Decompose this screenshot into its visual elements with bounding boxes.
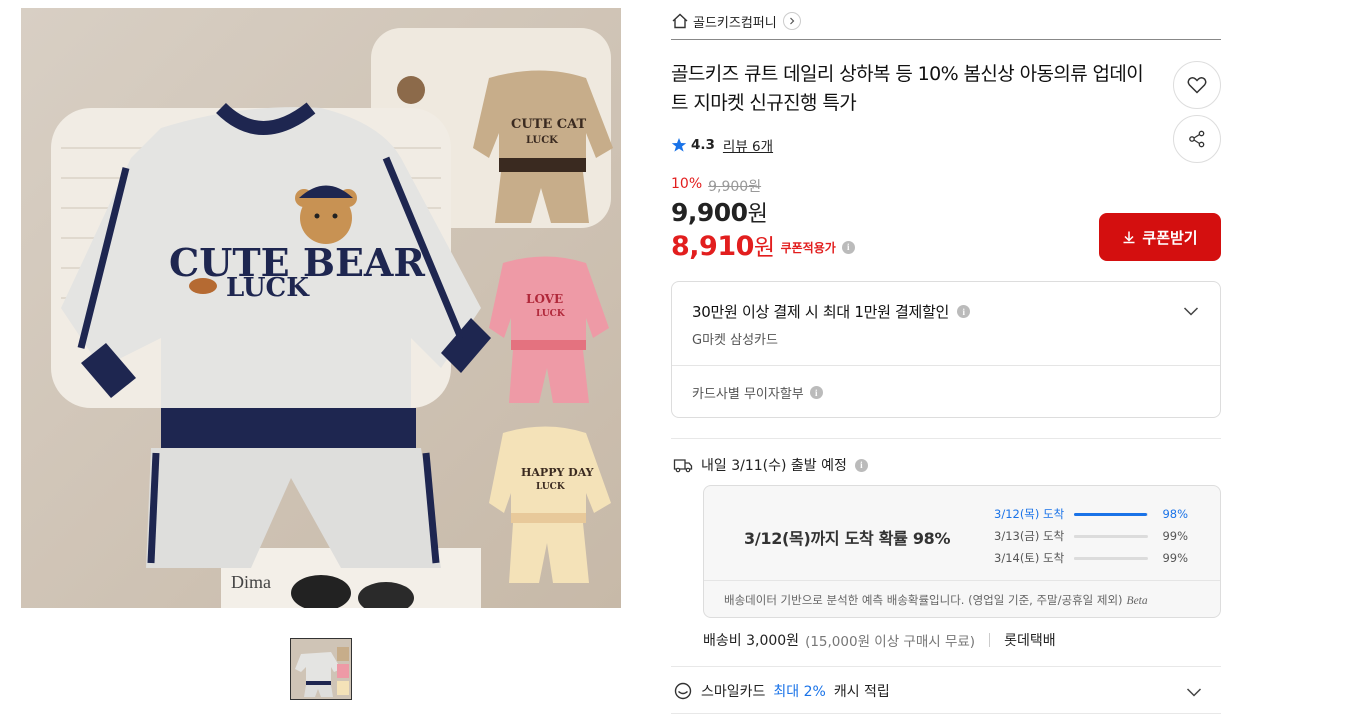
divider <box>671 713 1221 714</box>
discount-row: 10% 9,900원 <box>671 176 761 196</box>
coupon-price-unit: 원 <box>753 235 775 261</box>
probability-value: 98% <box>1162 507 1188 521</box>
divider <box>671 438 1221 439</box>
divider <box>671 666 1221 667</box>
coupon-button-label: 쿠폰받기 <box>1142 228 1198 247</box>
store-link[interactable]: 골드키즈컴퍼니 <box>671 8 801 34</box>
svg-text:LUCK: LUCK <box>536 482 566 492</box>
original-price: 9,900원 <box>708 179 762 195</box>
probability-item: 3/13(금) 도착 99% <box>994 525 1188 547</box>
installment-text: 카드사별 무이자할부 <box>692 387 804 402</box>
svg-text:LUCK: LUCK <box>526 135 558 146</box>
info-icon[interactable]: i <box>841 240 855 254</box>
chevron-down-icon[interactable] <box>1182 302 1200 324</box>
probability-bar-fill <box>1074 556 1148 560</box>
svg-text:HAPPY DAY: HAPPY DAY <box>521 466 594 479</box>
svg-text:LUCK: LUCK <box>226 273 310 303</box>
smilecard-suffix: 캐시 적립 <box>833 684 890 700</box>
probability-bar <box>1074 534 1148 538</box>
probability-bar <box>1074 512 1148 516</box>
probability-value: 99% <box>1162 551 1188 565</box>
store-name: 골드키즈컴퍼니 <box>693 15 777 31</box>
share-icon <box>1189 130 1205 148</box>
card-benefit-subtitle: G마켓 삼성카드 <box>692 333 778 348</box>
info-icon[interactable]: i <box>809 386 823 399</box>
info-icon[interactable]: i <box>957 305 971 318</box>
probability-date: 3/12(목) 도착 <box>994 507 1065 521</box>
sale-price-unit: 원 <box>747 202 768 227</box>
coupon-download-button[interactable]: 쿠폰받기 <box>1099 213 1221 261</box>
thumbnail-image[interactable] <box>290 638 352 700</box>
like-button[interactable] <box>1173 61 1221 109</box>
free-shipping-condition: (15,000원 이상 구매시 무료) <box>805 634 976 650</box>
divider <box>671 39 1221 40</box>
product-info-panel: 골드키즈컴퍼니 골드키즈 큐트 데일리 상하복 등 10% 봄신상 아동의류 업… <box>671 0 1221 722</box>
rating-score: 4.3 <box>691 137 715 153</box>
svg-text:LOVE: LOVE <box>526 292 563 306</box>
probability-value: 99% <box>1162 529 1188 543</box>
probability-item: 3/12(목) 도착 98% <box>994 503 1188 525</box>
sale-price: 9,900원 <box>671 196 768 228</box>
product-title: 골드키즈 큐트 데일리 상하복 등 10% 봄신상 아동의류 업데이트 지마켓 … <box>671 63 1144 114</box>
divider <box>704 580 1220 581</box>
shipping-departure-row: 내일 3/11(수) 출발 예정 i <box>673 455 868 475</box>
card-benefit-box: 30만원 이상 결제 시 최대 1만원 결제할인 i G마켓 삼성카드 카드사별… <box>671 281 1221 418</box>
svg-text:LUCK: LUCK <box>536 309 566 319</box>
delivery-probability-list: 3/12(목) 도착 98% 3/13(금) 도착 99% 3/14(토) 도착… <box>994 503 1188 569</box>
svg-text:Dima: Dima <box>231 572 271 592</box>
discount-rate: 10% <box>671 176 703 192</box>
probability-date: 3/14(토) 도착 <box>994 551 1065 565</box>
shipping-fee-row: 배송비 3,000원 (15,000원 이상 구매시 무료) 롯데택배 <box>703 630 1056 650</box>
home-icon <box>672 13 688 29</box>
probability-bar-fill <box>1074 534 1148 538</box>
rating-row: 4.3 리뷰 6개 <box>671 135 773 155</box>
shipping-fee: 배송비 3,000원 <box>703 633 800 649</box>
departure-text: 내일 3/11(수) 출발 예정 <box>701 458 847 474</box>
smile-icon <box>674 682 692 700</box>
probability-bar <box>1074 556 1148 560</box>
svg-text:CUTE CAT: CUTE CAT <box>511 117 587 132</box>
courier-name: 롯데택배 <box>1004 633 1056 649</box>
chevron-down-icon[interactable] <box>1185 683 1203 705</box>
review-link[interactable]: 리뷰 6개 <box>723 135 773 155</box>
delivery-probability-box: 3/12(목)까지 도착 확률 98% 3/12(목) 도착 98% 3/13(… <box>703 485 1221 618</box>
smilecard-benefit-row[interactable]: 스마일카드 최대 2% 캐시 적립 <box>673 681 1221 701</box>
smilecard-highlight: 최대 2% <box>773 684 826 700</box>
info-icon[interactable]: i <box>854 458 868 472</box>
divider <box>672 365 1220 366</box>
heart-icon <box>1187 77 1207 94</box>
card-benefit-title: 30만원 이상 결제 시 최대 1만원 결제할인 i <box>692 301 971 322</box>
coupon-price-label: 쿠폰적용가 <box>780 240 836 255</box>
probability-note: 배송데이터 기반으로 분석한 예측 배송확률입니다. (영업일 기준, 주말/공… <box>724 592 1148 608</box>
coupon-price-number: 8,910 <box>671 231 754 262</box>
coupon-price: 8,910원 <box>671 228 775 262</box>
probability-date: 3/13(금) 도착 <box>994 529 1065 543</box>
star-icon <box>671 138 687 152</box>
divider <box>989 633 991 647</box>
smilecard-prefix: 스마일카드 <box>701 684 766 700</box>
product-photo: Dima CUTE BEAR LUCK CUTE CAT LUCK LOVE L… <box>21 8 621 608</box>
download-icon <box>1123 231 1135 244</box>
sale-price-number: 9,900 <box>671 198 748 227</box>
card-benefit-title-text: 30만원 이상 결제 시 최대 1만원 결제할인 <box>692 303 950 321</box>
chevron-right-icon <box>782 12 801 30</box>
thumbnail-photo <box>291 639 351 699</box>
beta-label: Beta <box>1126 595 1148 607</box>
probability-note-text: 배송데이터 기반으로 분석한 예측 배송확률입니다. (영업일 기준, 주말/공… <box>724 593 1123 607</box>
coupon-price-row: 8,910원 쿠폰적용가 i <box>671 228 855 262</box>
installment-link[interactable]: 카드사별 무이자할부 i <box>692 383 823 402</box>
probability-bar-fill <box>1074 512 1147 516</box>
product-main-image[interactable]: Dima CUTE BEAR LUCK CUTE CAT LUCK LOVE L… <box>21 8 621 608</box>
share-button[interactable] <box>1173 115 1221 163</box>
truck-icon <box>673 459 693 473</box>
probability-item: 3/14(토) 도착 99% <box>994 547 1188 569</box>
delivery-probability-headline: 3/12(목)까지 도착 확률 98% <box>744 529 951 548</box>
